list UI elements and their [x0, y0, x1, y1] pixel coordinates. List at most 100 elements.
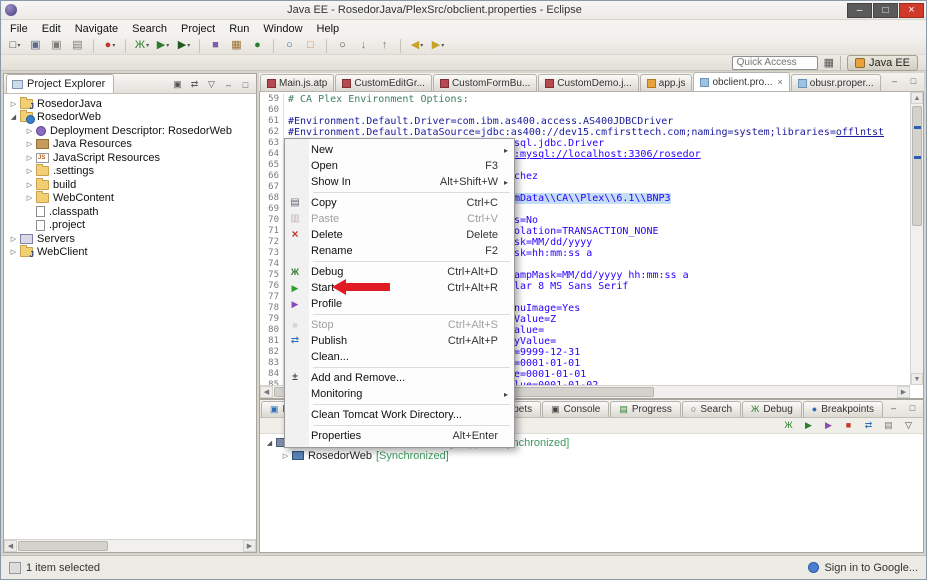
- tree-item[interactable]: ▷ Servers: [4, 232, 256, 246]
- next-annotation-icon[interactable]: ↓: [354, 37, 374, 54]
- minimize-window-button[interactable]: –: [847, 3, 872, 18]
- context-menu-item[interactable]: Add and Remove...: [285, 370, 514, 386]
- server-publish-icon[interactable]: ⇄: [860, 419, 877, 433]
- scrollbar-thumb[interactable]: [912, 106, 922, 226]
- context-menu-item[interactable]: Rename F2: [285, 243, 514, 259]
- maximize-editor-icon[interactable]: □: [906, 76, 921, 86]
- menubar-item[interactable]: File: [3, 21, 35, 37]
- vertical-scrollbar[interactable]: [910, 92, 923, 385]
- editor-tab[interactable]: Main.js.atp: [260, 74, 334, 91]
- maximize-window-button[interactable]: □: [873, 3, 898, 18]
- context-menu-item[interactable]: Debug Ctrl+Alt+D: [285, 264, 514, 280]
- scroll-right-icon[interactable]: [243, 540, 256, 552]
- explorer-horizontal-scrollbar[interactable]: [4, 539, 256, 552]
- server-start-icon[interactable]: ▶: [800, 419, 817, 433]
- tree-item[interactable]: ▷ .settings: [4, 165, 256, 179]
- expand-arrow-icon[interactable]: ▷: [24, 194, 35, 202]
- menubar-item[interactable]: Help: [310, 21, 347, 37]
- mylyn-task-icon[interactable]: ● ▾: [100, 37, 120, 54]
- editor-tab[interactable]: CustomFormBu...: [433, 74, 537, 91]
- expand-arrow-icon[interactable]: ◢: [264, 439, 275, 447]
- maximize-view-icon[interactable]: □: [238, 80, 253, 90]
- tree-item[interactable]: ▷ JavaScript Resources: [4, 151, 256, 165]
- server-clean-icon[interactable]: ▤: [880, 419, 897, 433]
- expand-arrow-icon[interactable]: ▷: [8, 248, 19, 256]
- tree-item[interactable]: .project: [4, 219, 256, 233]
- bottom-tab[interactable]: ▣ Console: [542, 401, 609, 417]
- context-menu-item[interactable]: Properties Alt+Enter: [285, 428, 514, 444]
- tree-item[interactable]: ▷ WebClient: [4, 246, 256, 260]
- expand-arrow-icon[interactable]: ▷: [24, 181, 35, 189]
- context-menu-item[interactable]: Stop Ctrl+Alt+S: [285, 317, 514, 333]
- expand-arrow-icon[interactable]: ▷: [24, 167, 35, 175]
- print-icon[interactable]: ▤: [68, 37, 88, 54]
- bottom-tab[interactable]: ○ Search: [682, 401, 741, 417]
- close-tab-icon[interactable]: ×: [778, 77, 783, 87]
- context-menu-item[interactable]: New ▸: [285, 142, 514, 158]
- tree-item[interactable]: ▷ Java Resources: [4, 138, 256, 152]
- server-stop-icon[interactable]: ■: [840, 419, 857, 433]
- server-debug-icon[interactable]: Ж: [780, 419, 797, 433]
- context-menu-item[interactable]: Publish Ctrl+Alt+P: [285, 333, 514, 349]
- bottom-tab[interactable]: ● Breakpoints: [803, 401, 883, 417]
- link-editor-icon[interactable]: ⇄: [187, 79, 202, 90]
- tree-item[interactable]: ▷ WebContent: [4, 192, 256, 206]
- minimize-editor-icon[interactable]: –: [887, 76, 902, 86]
- menubar-item[interactable]: Navigate: [68, 21, 125, 37]
- close-window-button[interactable]: ×: [899, 3, 924, 18]
- menubar-item[interactable]: Window: [256, 21, 309, 37]
- quick-access-input[interactable]: [732, 56, 818, 70]
- menubar-item[interactable]: Project: [174, 21, 222, 37]
- menubar-item[interactable]: Search: [125, 21, 174, 37]
- tree-item[interactable]: ▷ build: [4, 178, 256, 192]
- tree-item[interactable]: ▷ Deployment Descriptor: RosedorWeb: [4, 124, 256, 138]
- editor-tab[interactable]: app.js: [640, 74, 693, 91]
- collapse-all-icon[interactable]: ▣: [170, 79, 185, 90]
- google-signin[interactable]: Sign in to Google...: [808, 562, 918, 574]
- tab-project-explorer[interactable]: Project Explorer: [6, 74, 114, 93]
- expand-arrow-icon[interactable]: ▷: [8, 100, 19, 108]
- bottom-tab[interactable]: Ж Debug: [742, 401, 802, 417]
- new-java-project-icon[interactable]: ■: [206, 37, 226, 54]
- context-menu-item[interactable]: Paste Ctrl+V: [285, 211, 514, 227]
- editor-tab[interactable]: CustomDemo.j...: [538, 74, 638, 91]
- menubar-item[interactable]: Run: [222, 21, 256, 37]
- editor-tab[interactable]: obusr.proper...: [791, 74, 881, 91]
- minimize-view-icon[interactable]: –: [221, 80, 236, 90]
- back-icon[interactable]: ◀ ▾: [407, 37, 427, 54]
- expand-arrow-icon[interactable]: ▷: [24, 127, 35, 135]
- tree-item[interactable]: ◢ RosedorWeb: [4, 111, 256, 125]
- open-perspective-icon[interactable]: ▦: [824, 56, 834, 69]
- prev-annotation-icon[interactable]: ↑: [375, 37, 395, 54]
- server-item[interactable]: ▷ RosedorWeb [Synchronized]: [260, 449, 923, 462]
- tree-item[interactable]: .classpath: [4, 205, 256, 219]
- context-menu-item[interactable]: Copy Ctrl+C: [285, 195, 514, 211]
- new-class-icon[interactable]: ●: [248, 37, 268, 54]
- expand-arrow-icon[interactable]: ▷: [24, 154, 35, 162]
- context-menu-item[interactable]: Clean Tomcat Work Directory...: [285, 407, 514, 423]
- context-menu-item[interactable]: Show In Alt+Shift+W ▸: [285, 174, 514, 190]
- context-menu-item[interactable]: Delete Delete: [285, 227, 514, 243]
- context-menu-item[interactable]: Open F3: [285, 158, 514, 174]
- external-tools-icon[interactable]: ▶ ▾: [174, 37, 194, 54]
- perspective-java-ee-button[interactable]: Java EE: [847, 55, 918, 71]
- expand-arrow-icon[interactable]: ◢: [8, 113, 19, 121]
- scroll-up-icon[interactable]: [911, 92, 923, 104]
- save-icon[interactable]: ▣: [26, 37, 46, 54]
- menubar-item[interactable]: Edit: [35, 21, 68, 37]
- new-html-icon[interactable]: □: [301, 37, 321, 54]
- scroll-right-icon[interactable]: [897, 386, 910, 398]
- new-servlet-icon[interactable]: ○: [280, 37, 300, 54]
- context-menu-item[interactable]: Profile: [285, 296, 514, 312]
- minimize-panel-icon[interactable]: –: [886, 403, 901, 413]
- tree-item[interactable]: ▷ RosedorJava: [4, 97, 256, 111]
- bottom-tab[interactable]: ▤ Progress: [610, 401, 681, 417]
- view-menu-icon[interactable]: ▽: [204, 79, 219, 90]
- context-menu-item[interactable]: Start Ctrl+Alt+R: [285, 280, 514, 296]
- editor-tab[interactable]: CustomEditGr...: [335, 74, 432, 91]
- debug-icon[interactable]: Ж ▾: [132, 37, 152, 54]
- expand-arrow-icon[interactable]: ▷: [280, 452, 291, 460]
- maximize-panel-icon[interactable]: □: [905, 403, 920, 413]
- scroll-left-icon[interactable]: [260, 386, 273, 398]
- context-menu-item[interactable]: Monitoring ▸: [285, 386, 514, 402]
